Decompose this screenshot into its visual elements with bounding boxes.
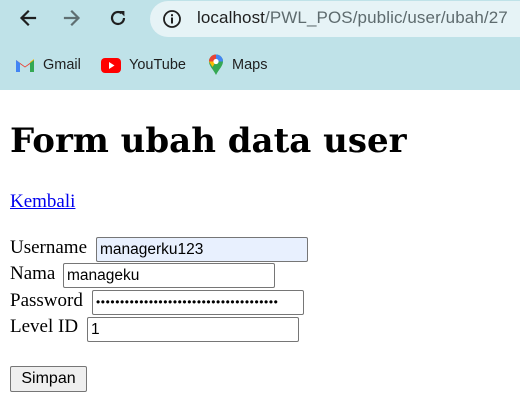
page-title: Form ubah data user (10, 121, 407, 161)
password-label: Password (10, 290, 83, 311)
url-path: /PWL_POS/public/user/ubah/27 (265, 8, 508, 27)
youtube-icon (101, 57, 121, 73)
maps-icon (209, 54, 223, 75)
gmail-icon (16, 59, 34, 72)
bookmark-gmail[interactable]: Gmail (15, 53, 81, 77)
back-link[interactable]: Kembali (10, 191, 75, 213)
bookmark-maps[interactable]: Maps (208, 53, 267, 77)
reload-button[interactable] (104, 4, 132, 32)
bookmark-label: Maps (232, 57, 268, 73)
bookmark-label: Gmail (43, 57, 81, 73)
forward-button[interactable] (58, 4, 86, 32)
site-info-button[interactable] (158, 6, 186, 32)
back-button[interactable] (14, 4, 42, 32)
username-field[interactable]: managerku123 (96, 237, 308, 262)
info-icon (163, 10, 181, 28)
url-text[interactable]: localhost/PWL_POS/public/user/ubah/27 (197, 8, 508, 28)
url-host: localhost (197, 8, 265, 27)
browser-chrome: localhost/PWL_POS/public/user/ubah/27 Gm… (0, 0, 520, 90)
bookmark-youtube[interactable]: YouTube (101, 53, 186, 77)
arrow-right-icon (63, 9, 81, 27)
arrow-left-icon (19, 9, 37, 27)
level-id-field[interactable]: 1 (87, 317, 299, 342)
save-button[interactable]: Simpan (10, 366, 87, 392)
reload-icon (110, 10, 126, 26)
nama-label: Nama (10, 263, 56, 284)
nama-field[interactable]: manageku (63, 263, 275, 288)
bookmark-label: YouTube (129, 57, 186, 73)
password-field[interactable]: •••••••••••••••••••••••••••••••••••••• (92, 290, 304, 315)
username-label: Username (10, 237, 88, 258)
level-id-label: Level ID (10, 316, 79, 337)
